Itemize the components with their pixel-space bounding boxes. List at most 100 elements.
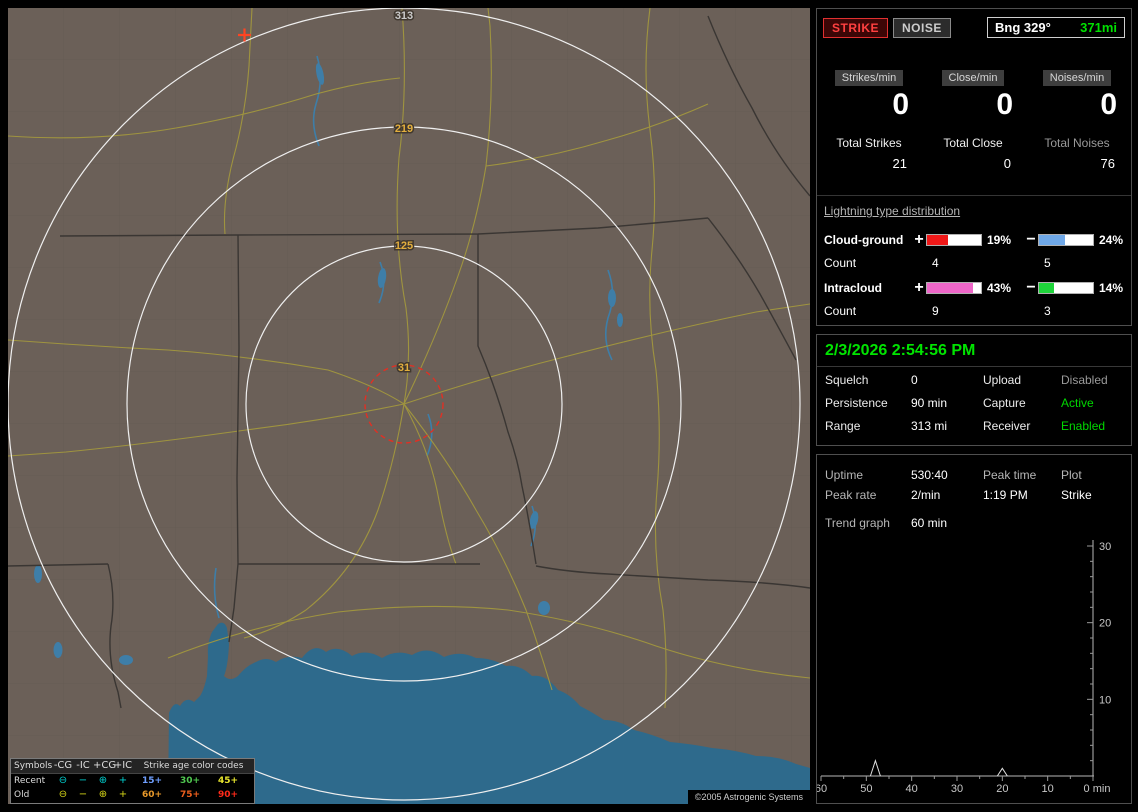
uptime-value: 530:40 bbox=[911, 468, 948, 482]
svg-text:30: 30 bbox=[1099, 541, 1111, 553]
ring-label-125: 125 bbox=[395, 240, 413, 252]
copyright-notice: ©2005 Astrogenic Systems bbox=[687, 790, 810, 804]
app-window: 313 219 125 31 Symbols -CG -IC +CG +IC S… bbox=[0, 0, 1138, 812]
rate-counters: Strikes/min 0 Close/min 0 Noises/min 0 bbox=[817, 68, 1131, 120]
cg-positive-count: 4 bbox=[932, 256, 939, 270]
cg-negative-bar bbox=[1038, 234, 1094, 246]
totals-row: Total Strikes 21 Total Close 0 Total Noi… bbox=[817, 136, 1131, 171]
cg-positive-pct: 19% bbox=[987, 233, 1012, 247]
peak-time-label: Peak time bbox=[983, 468, 1037, 482]
peak-rate-row: Peak rate 2/min 1:19 PM Strike bbox=[817, 485, 1131, 505]
legend-recent-row: Recent ⊖ − ⊕ + 15+ 30+ 45+ bbox=[11, 774, 254, 788]
squelch-label: Squelch bbox=[825, 373, 869, 387]
total-strikes-value: 21 bbox=[892, 156, 907, 171]
plot-label: Plot bbox=[1061, 468, 1082, 482]
minus-sign: − bbox=[1026, 279, 1036, 296]
noise-button[interactable]: NOISE bbox=[893, 17, 951, 38]
distribution-title: Lightning type distribution bbox=[824, 204, 961, 218]
count-label: Count bbox=[824, 304, 857, 318]
svg-text:10: 10 bbox=[1042, 783, 1054, 795]
age-60: 60+ bbox=[141, 790, 163, 800]
range-label: Range bbox=[825, 419, 861, 433]
ic-positive-count: 9 bbox=[932, 304, 939, 318]
pos-cg-icon: ⊕ bbox=[98, 775, 108, 786]
map-region[interactable]: 313 219 125 31 Symbols -CG -IC +CG +IC S… bbox=[8, 8, 810, 804]
ring-label-313: 313 bbox=[395, 10, 413, 22]
total-strikes-label: Total Strikes bbox=[836, 136, 902, 150]
cloud-ground-row: Cloud-ground + 19% − 24% bbox=[817, 231, 1131, 249]
svg-text:10: 10 bbox=[1099, 694, 1111, 706]
strikes-per-min-value: 0 bbox=[892, 88, 909, 121]
peak-rate-value: 2/min bbox=[911, 488, 941, 502]
legend-header: Symbols -CG -IC +CG +IC Strike age color… bbox=[11, 759, 254, 774]
total-close: Total Close 0 bbox=[921, 136, 1025, 171]
svg-text:0 min: 0 min bbox=[1084, 783, 1111, 795]
noises-per-min-counter: Noises/min 0 bbox=[1025, 68, 1129, 120]
datetime-display: 2/3/2026 2:54:56 PM bbox=[817, 335, 1131, 367]
pos-cg-icon: ⊕ bbox=[98, 789, 108, 800]
neg-ic-icon: − bbox=[78, 775, 88, 786]
panel-strike-stats: STRIKE NOISE Bng 329° 371mi Strikes/min … bbox=[816, 8, 1132, 326]
svg-text:30: 30 bbox=[951, 783, 963, 795]
map-svg[interactable]: 313 219 125 31 bbox=[8, 8, 810, 804]
lightning-distribution: Lightning type distribution Cloud-ground… bbox=[817, 195, 1131, 318]
ring-label-219: 219 bbox=[395, 123, 413, 135]
panel-trend: 10 20 30 60 50 40 30 20 10 0 min Uptime 530:40 Pe… bbox=[816, 454, 1132, 804]
plus-sign: + bbox=[914, 231, 924, 248]
ic-positive-bar-fill bbox=[927, 283, 974, 293]
capture-label: Capture bbox=[983, 396, 1026, 410]
total-noises-value: 76 bbox=[1100, 156, 1115, 171]
pos-ic-icon: + bbox=[118, 775, 128, 786]
legend-col-pos-ic: +IC bbox=[113, 760, 133, 771]
strike-button[interactable]: STRIKE bbox=[823, 17, 889, 38]
legend-col-neg-ic: -IC bbox=[76, 760, 90, 771]
cg-positive-bar bbox=[926, 234, 982, 246]
intracloud-row: Intracloud + 43% − 14% bbox=[817, 279, 1131, 297]
ic-negative-bar-fill bbox=[1039, 283, 1055, 293]
neg-cg-icon: ⊖ bbox=[58, 775, 68, 786]
uptime-label: Uptime bbox=[825, 468, 864, 482]
persistence-value: 90 min bbox=[911, 396, 948, 410]
trend-graph-row: Trend graph 60 min bbox=[817, 513, 1131, 533]
svg-text:20: 20 bbox=[996, 783, 1008, 795]
svg-text:60: 60 bbox=[817, 783, 827, 795]
trend-window-value: 60 min bbox=[911, 516, 948, 530]
count-label: Count bbox=[824, 256, 857, 270]
legend-symbols-title: Symbols bbox=[14, 761, 53, 771]
minus-sign: − bbox=[1026, 231, 1036, 248]
total-close-value: 0 bbox=[1003, 156, 1011, 171]
legend-old-row: Old ⊖ − ⊕ + 60+ 75+ 90+ bbox=[11, 788, 254, 802]
svg-text:40: 40 bbox=[906, 783, 918, 795]
total-strikes: Total Strikes 21 bbox=[817, 136, 921, 171]
cg-negative-bar-fill bbox=[1039, 235, 1065, 245]
ring-label-31: 31 bbox=[398, 362, 410, 374]
peak-rate-label: Peak rate bbox=[825, 488, 877, 502]
panel-status: 2/3/2026 2:54:56 PM Squelch 0 Upload Dis… bbox=[816, 334, 1132, 446]
receiver-value: Enabled bbox=[1061, 419, 1106, 433]
svg-text:20: 20 bbox=[1099, 618, 1111, 630]
upload-value: Disabled bbox=[1061, 373, 1108, 387]
age-90: 90+ bbox=[217, 790, 239, 800]
cloud-ground-count-row: Count 4 5 bbox=[817, 256, 1131, 270]
persistence-label: Persistence bbox=[825, 396, 888, 410]
legend-old-label: Old bbox=[14, 790, 30, 800]
trend-label: Trend graph bbox=[825, 516, 890, 530]
pos-ic-icon: + bbox=[118, 789, 128, 800]
intracloud-count-row: Count 9 3 bbox=[817, 304, 1131, 318]
trend-graph: 10 20 30 60 50 40 30 20 10 0 min bbox=[817, 540, 1111, 795]
map-legend: Symbols -CG -IC +CG +IC Strike age color… bbox=[10, 758, 255, 804]
ic-negative-pct: 14% bbox=[1099, 281, 1124, 295]
neg-cg-icon: ⊖ bbox=[58, 789, 68, 800]
total-noises-label: Total Noises bbox=[1044, 136, 1110, 150]
strikes-per-min-counter: Strikes/min 0 bbox=[817, 68, 921, 120]
capture-value: Active bbox=[1061, 396, 1094, 410]
ic-negative-bar bbox=[1038, 282, 1094, 294]
cloud-ground-label: Cloud-ground bbox=[824, 233, 904, 247]
legend-col-neg-cg: -CG bbox=[53, 760, 73, 771]
upload-label: Upload bbox=[983, 373, 1022, 387]
strikes-per-min-badge: Strikes/min bbox=[834, 70, 904, 86]
legend-age-title: Strike age color codes bbox=[143, 761, 244, 771]
ic-positive-bar bbox=[926, 282, 982, 294]
total-close-label: Total Close bbox=[943, 136, 1003, 150]
intracloud-label: Intracloud bbox=[824, 281, 883, 295]
